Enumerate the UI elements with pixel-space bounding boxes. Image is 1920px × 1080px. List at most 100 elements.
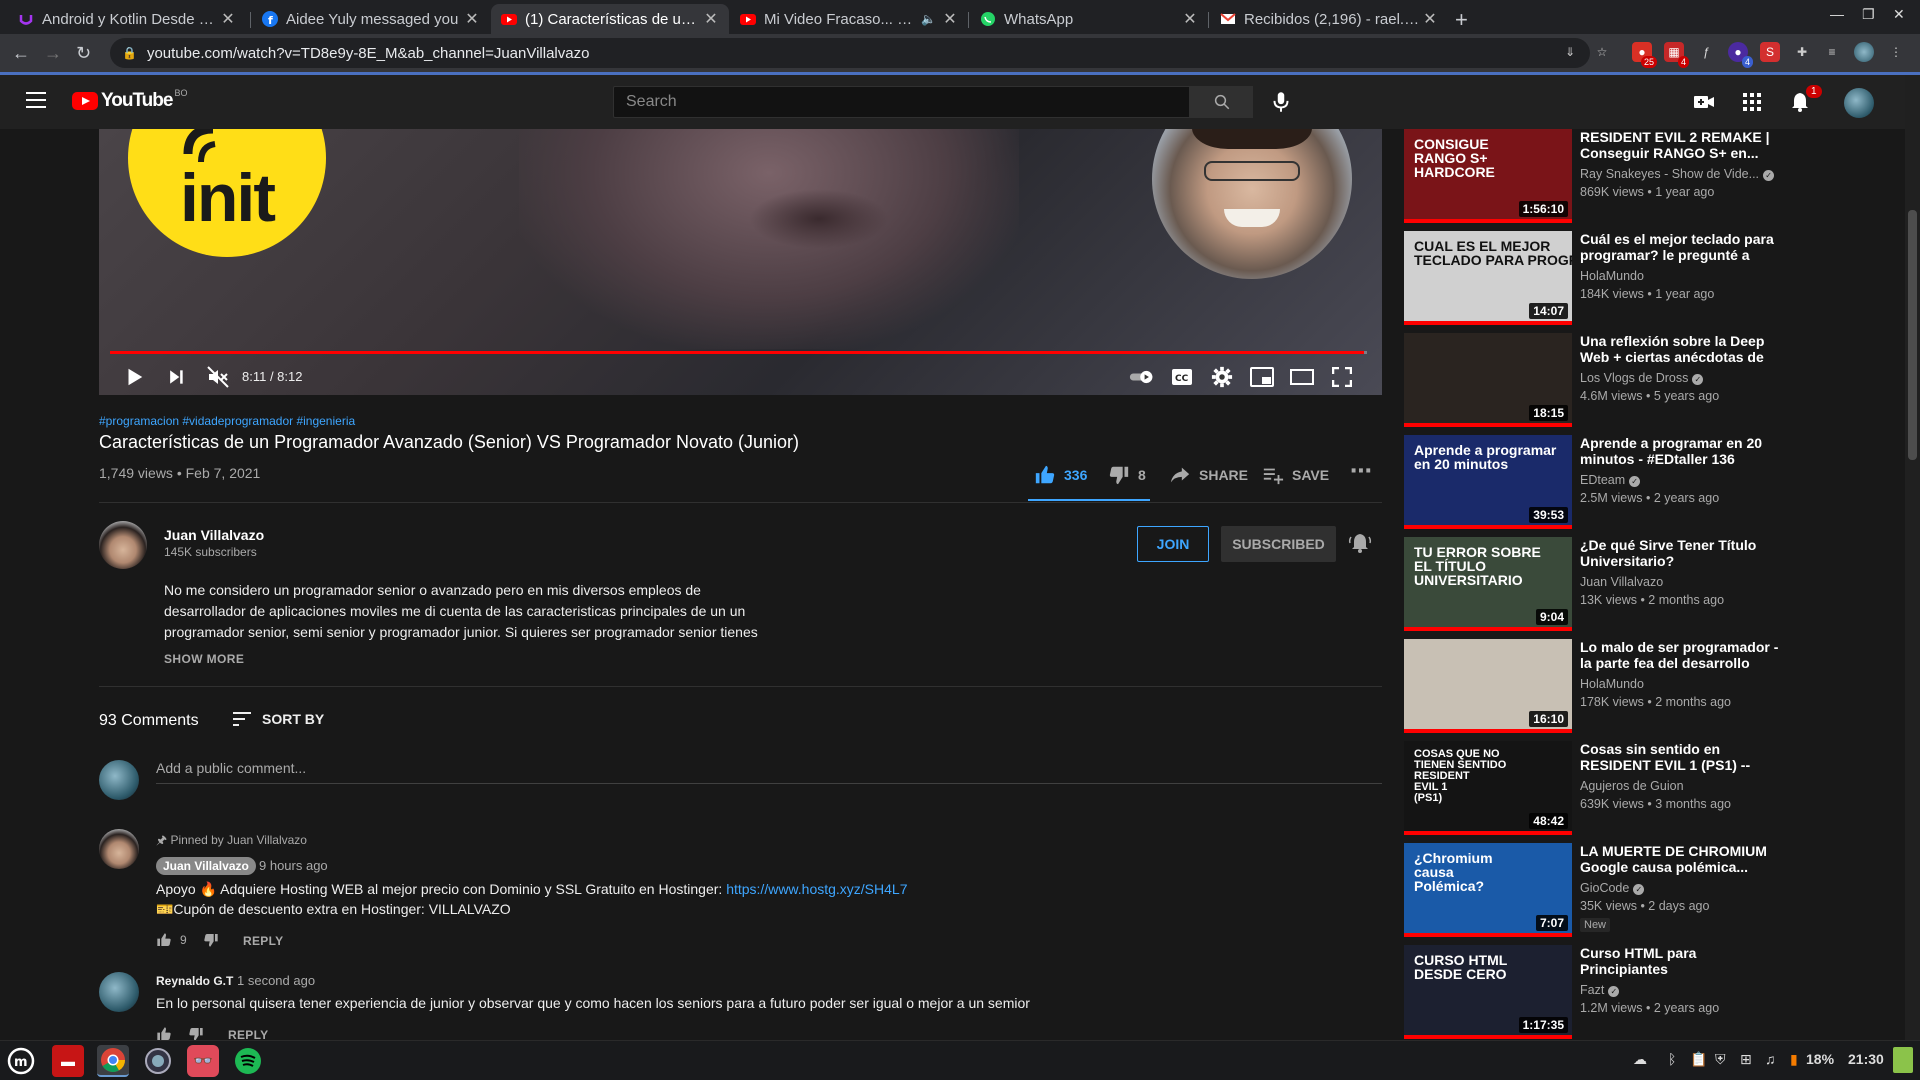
video-hashtags[interactable]: #programacion #vidadeprogramador #ingeni… [99,414,355,428]
tab-facebook[interactable]: f Aidee Yuly messaged you ✕ [252,4,490,34]
video-thumbnail[interactable]: 16:10 [1404,639,1572,733]
subscribed-button[interactable]: SUBSCRIBED [1221,526,1336,562]
save-button[interactable]: SAVE [1262,464,1329,486]
hamburger-menu-icon[interactable] [26,92,46,108]
comment-dislike-button[interactable] [203,932,219,948]
comment-time[interactable]: 1 second ago [237,973,315,988]
workspace-indicator[interactable] [1893,1047,1913,1073]
recommended-video-title[interactable]: Lo malo de ser programador - la parte fe… [1580,639,1780,671]
recommended-video-title[interactable]: Curso HTML para Principiantes [1580,945,1780,977]
scrollbar-thumb[interactable] [1908,210,1917,460]
recommended-video[interactable]: CURSO HTML DESDE CERO 1:17:35 Curso HTML p… [1404,945,1774,1039]
shield-tray-icon[interactable]: ⛨ [1715,1051,1726,1068]
tab-youtube-2[interactable]: Mi Video Fracaso... El Fin c 🔈 ✕ [730,4,968,34]
create-video-icon[interactable] [1692,90,1716,114]
bluetooth-tray-icon[interactable]: ᛒ [1668,1051,1676,1067]
browser-menu-icon[interactable]: ⋮ [1886,42,1906,62]
tab-udemy[interactable]: Android y Kotlin Desde Cero ✕ [8,4,246,34]
video-thumbnail[interactable]: CURSO HTML DESDE CERO 1:17:35 [1404,945,1572,1039]
recommended-video-title[interactable]: RESIDENT EVIL 2 REMAKE | Conseguir RANGO… [1580,129,1780,161]
extension-adblock-icon[interactable]: ● 25 [1632,42,1657,68]
extension-purple-icon[interactable]: ● 4 [1728,42,1753,68]
extensions-puzzle-icon[interactable]: ✚ [1792,42,1812,62]
comment-author-avatar[interactable] [99,972,139,1012]
recommended-video[interactable]: 18:15 Una reflexión sobre la Deep Web + c… [1404,333,1774,427]
recommended-video-title[interactable]: Cosas sin sentido en RESIDENT EVIL 1 (PS… [1580,741,1780,773]
video-thumbnail[interactable]: COSAS QUE NO TIENEN SENTIDO RESIDENT EVI… [1404,741,1572,835]
play-button[interactable] [121,364,147,390]
video-thumbnail[interactable]: CUAL ES EL MEJOR TECLADO PARA PROGRAMAR?… [1404,231,1572,325]
clipboard-tray-icon[interactable]: 📋 [1690,1051,1707,1068]
sort-comments-button[interactable]: SORT BY [232,710,324,728]
recommended-video-channel[interactable]: Fazt ✓ [1580,983,1620,997]
comment-author-name[interactable]: Reynaldo G.T [156,974,233,988]
share-button[interactable]: SHARE [1169,464,1248,486]
recommended-video-title[interactable]: LA MUERTE DE CHROMIUM Google causa polém… [1580,843,1780,875]
search-input[interactable]: Search [613,86,1190,118]
taskbar-chrome[interactable] [97,1045,129,1077]
recommended-video[interactable]: TU ERROR SOBRE EL TÍTULO UNIVERSITARIO 9:… [1404,537,1774,631]
miniplayer-button[interactable] [1249,364,1275,390]
next-button[interactable] [163,364,189,390]
video-thumbnail[interactable]: Aprende a programar en 20 minutos 39:53 [1404,435,1572,529]
recommended-video-channel[interactable]: Los Vlogs de Dross ✓ [1580,371,1704,385]
forward-arrow-icon[interactable]: → [44,43,62,64]
theater-mode-button[interactable] [1289,364,1315,390]
video-thumbnail[interactable]: TU ERROR SOBRE EL TÍTULO UNIVERSITARIO 9:… [1404,537,1572,631]
autoplay-toggle[interactable] [1129,364,1155,390]
weather-tray-icon[interactable]: ☁ [1633,1051,1647,1068]
network-tray-icon[interactable]: ⊞ [1740,1051,1752,1068]
recommended-video-channel[interactable]: GioCode ✓ [1580,881,1645,895]
show-more-button[interactable]: SHOW MORE [164,652,244,666]
dislike-button[interactable]: 8 [1108,464,1146,486]
recommended-video[interactable]: CUAL ES EL MEJOR TECLADO PARA PROGRAMAR?… [1404,231,1774,325]
video-thumbnail[interactable]: CONSIGUE RANGO S+ HARDCORE 1:56:10 [1404,129,1572,223]
maximize-window-button[interactable]: ❐ [1862,6,1875,23]
apps-grid-icon[interactable] [1740,90,1764,114]
tab-youtube-active[interactable]: (1) Características de un Prog ✕ [491,4,729,34]
extension-formula-icon[interactable]: ƒ [1696,42,1716,62]
recommended-video-title[interactable]: Cuál es el mejor teclado para programar?… [1580,231,1780,263]
reload-icon[interactable]: ↻ [76,43,91,64]
recommended-video-channel[interactable]: HolaMundo [1580,269,1644,283]
tab-gmail[interactable]: Recibidos (2,196) - rael.thass ✕ [1210,4,1448,34]
close-icon[interactable]: ✕ [220,9,236,29]
profile-avatar-icon[interactable] [1854,42,1874,62]
extension-s-icon[interactable]: S [1760,42,1780,62]
comment-author-avatar[interactable] [99,829,139,869]
close-icon[interactable]: ✕ [1422,9,1438,29]
channel-name[interactable]: Juan Villalvazo [164,527,264,543]
install-app-icon[interactable]: ⇓ [1560,42,1580,62]
comment-author-chip[interactable]: Juan Villalvazo [156,857,256,875]
minimize-window-button[interactable]: — [1830,6,1844,22]
reply-button[interactable]: REPLY [243,934,283,948]
recommended-video-title[interactable]: Una reflexión sobre la Deep Web + cierta… [1580,333,1780,365]
settings-button[interactable] [1209,364,1235,390]
search-button[interactable] [1190,86,1253,118]
recommended-video[interactable]: CONSIGUE RANGO S+ HARDCORE 1:56:10 RESIDEN… [1404,129,1775,223]
close-icon[interactable]: ✕ [703,9,719,29]
recommended-video-channel[interactable]: EDteam ✓ [1580,473,1641,487]
recommended-video[interactable]: 16:10 Lo malo de ser programador - la par… [1404,639,1778,733]
recommended-video-title[interactable]: Aprende a programar en 20 minutos - #EDt… [1580,435,1780,467]
video-thumbnail[interactable]: 18:15 [1404,333,1572,427]
close-window-button[interactable]: ✕ [1893,6,1905,23]
microphone-icon[interactable] [1268,89,1294,115]
join-button[interactable]: JOIN [1137,526,1209,562]
video-player[interactable]: init 8:11 / 8:12 CC [99,129,1382,395]
battery-icon[interactable]: ▮ [1790,1051,1798,1068]
comment-like-button[interactable]: 9 [156,932,187,948]
taskbar-app-glasses[interactable]: 👓 [187,1045,219,1077]
music-tray-icon[interactable]: ♫ [1765,1051,1776,1067]
subtitles-button[interactable]: CC [1169,364,1195,390]
address-bar[interactable]: 🔒 youtube.com/watch?v=TD8e9y-8E_M&ab_cha… [110,38,1590,68]
close-icon[interactable]: ✕ [1182,9,1198,29]
more-actions-icon[interactable]: ⋯ [1350,458,1372,484]
recommended-video-channel[interactable]: HolaMundo [1580,677,1644,691]
youtube-logo[interactable]: YouTube BO [72,88,187,112]
recommended-video-channel[interactable]: Agujeros de Guion [1580,779,1684,793]
speaker-muted-icon[interactable]: 🔈 [921,12,936,26]
tab-whatsapp[interactable]: WhatsApp ✕ [970,4,1208,34]
account-avatar[interactable] [1844,88,1874,118]
reading-list-icon[interactable]: ≡ [1822,42,1842,62]
